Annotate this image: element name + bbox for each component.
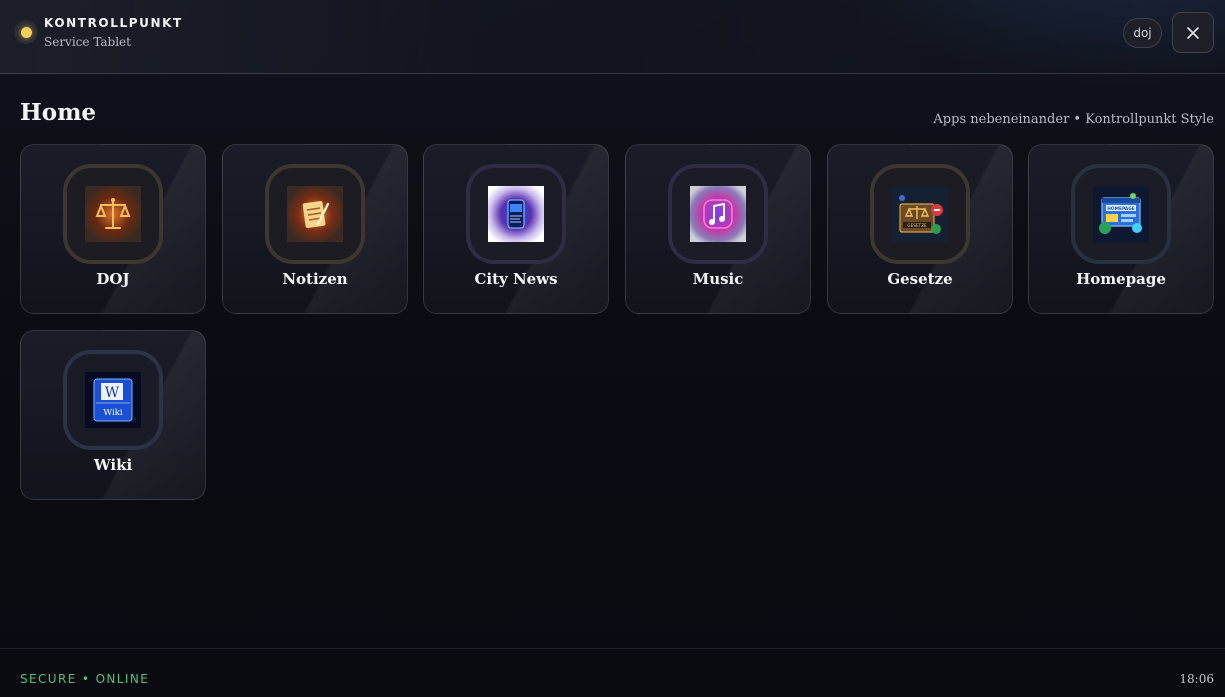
gesetze-icon-text: GESETZE — [907, 223, 927, 228]
app-tile-doj[interactable]: DOJ — [20, 144, 206, 314]
law-book-icon: GESETZE — [892, 186, 948, 242]
icon-frame: GESETZE — [870, 164, 970, 264]
app-tile-gesetze[interactable]: GESETZE Gesetze — [827, 144, 1013, 314]
brand-title: KONTROLLPUNKT — [44, 16, 183, 30]
header-bar: KONTROLLPUNKT Service Tablet doj — [0, 0, 1225, 74]
homepage-browser-icon: HOMEPAGE — [1093, 186, 1149, 242]
app-label: Notizen — [282, 270, 348, 288]
music-note-icon — [690, 186, 746, 242]
icon-frame — [265, 164, 365, 264]
icon-frame: W Wiki — [63, 350, 163, 450]
app-tile-notizen[interactable]: Notizen — [222, 144, 408, 314]
app-tile-wiki[interactable]: W Wiki Wiki — [20, 330, 206, 500]
clock: 18:06 — [1179, 672, 1214, 686]
icon-frame: HOMEPAGE — [1071, 164, 1171, 264]
news-phone-icon — [488, 186, 544, 242]
app-label: City News — [474, 270, 558, 288]
wiki-icon-caption: Wiki — [103, 408, 122, 418]
app-label: Music — [692, 270, 744, 288]
wiki-book-icon: W Wiki — [85, 372, 141, 428]
app-label: Wiki — [93, 456, 133, 474]
brand-subtitle: Service Tablet — [44, 35, 131, 49]
icon-frame — [466, 164, 566, 264]
tablet-window: KONTROLLPUNKT Service Tablet doj Home Ap… — [0, 0, 1225, 697]
homepage-icon-text: HOMEPAGE — [1107, 206, 1135, 212]
wiki-icon-letter: W — [105, 385, 120, 401]
status-indicator-icon — [14, 20, 38, 44]
icon-frame — [668, 164, 768, 264]
connection-status: SECURE • ONLINE — [20, 672, 150, 686]
app-tile-city-news[interactable]: City News — [423, 144, 609, 314]
notepad-icon — [287, 186, 343, 242]
app-label: Gesetze — [887, 270, 953, 288]
app-label: DOJ — [96, 270, 130, 288]
icon-frame — [63, 164, 163, 264]
scales-of-justice-icon — [85, 186, 141, 242]
user-badge-button[interactable]: doj — [1123, 18, 1162, 48]
app-tile-music[interactable]: Music — [625, 144, 811, 314]
app-label: Homepage — [1076, 270, 1166, 288]
page-title: Home — [20, 99, 97, 126]
footer-bar: SECURE • ONLINE 18:06 — [0, 648, 1225, 697]
page-hint: Apps nebeneinander • Kontrollpunkt Style — [933, 112, 1214, 127]
app-tile-homepage[interactable]: HOMEPAGE Homepage — [1028, 144, 1214, 314]
close-button[interactable] — [1172, 12, 1214, 53]
close-icon — [1187, 26, 1199, 39]
